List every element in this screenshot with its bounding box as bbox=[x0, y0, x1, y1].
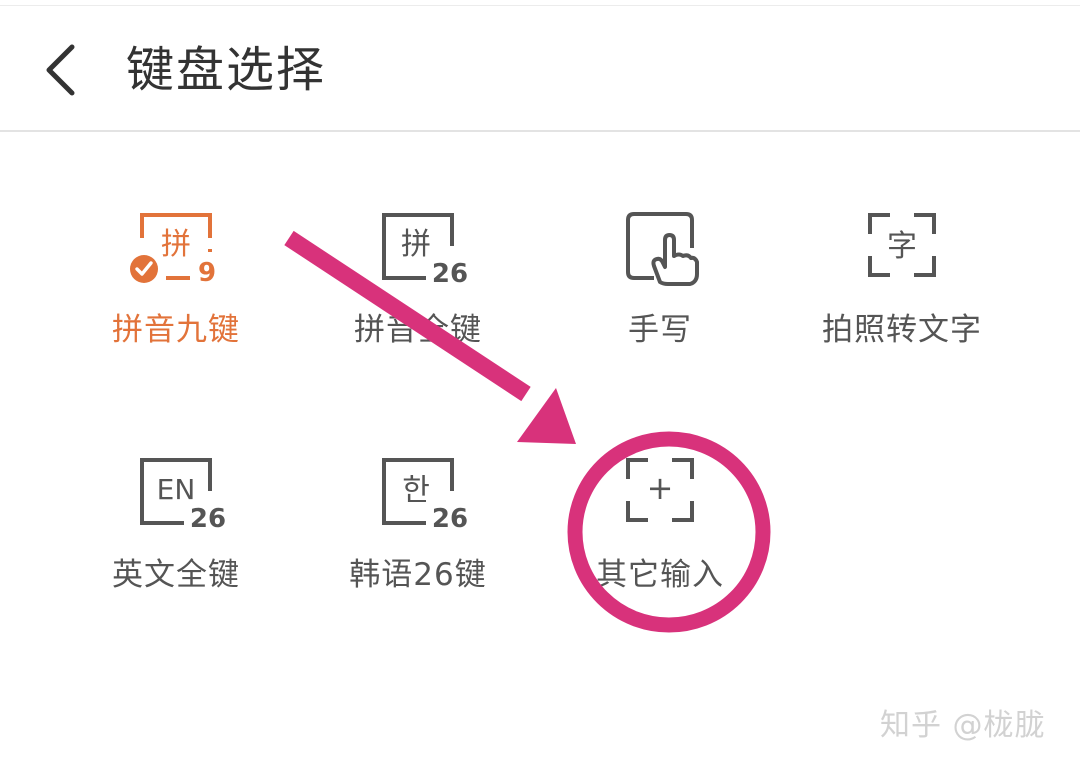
watermark: 知乎 @栊胧 bbox=[880, 708, 1046, 743]
keyboard-label: 拍照转文字 bbox=[822, 312, 982, 348]
keyboard-option-korean[interactable]: 한 26 韩语26键 bbox=[318, 457, 518, 627]
header-bar: 键盘选择 bbox=[0, 0, 1080, 130]
pinyin-nine-key-icon: 拼 9 bbox=[130, 212, 220, 288]
keyboard-label: 拼音九键 bbox=[112, 312, 240, 348]
svg-text:拼: 拼 bbox=[401, 227, 431, 262]
keyboard-option-english-full[interactable]: EN 26 英文全键 bbox=[76, 457, 276, 627]
svg-text:26: 26 bbox=[432, 504, 468, 534]
svg-text:拼: 拼 bbox=[161, 227, 191, 262]
svg-text:26: 26 bbox=[432, 259, 468, 289]
keyboard-label: 其它输入 bbox=[596, 557, 724, 593]
hand-pointer-icon bbox=[624, 212, 704, 288]
back-button[interactable] bbox=[30, 30, 100, 110]
svg-text:26: 26 bbox=[190, 504, 226, 534]
scan-text-icon: 字 bbox=[866, 212, 946, 288]
keyboard-option-other-input[interactable]: + 其它输入 bbox=[560, 457, 760, 627]
keyboard-label: 英文全键 bbox=[112, 557, 240, 593]
keyboard-select-screen: 键盘选择 拼 9 拼音九键 拼 26 拼音全键 手写 字 拍照转文字 EN 26… bbox=[0, 0, 1080, 773]
svg-text:+: + bbox=[647, 469, 674, 507]
page-title: 键盘选择 bbox=[126, 42, 327, 98]
svg-text:한: 한 bbox=[402, 473, 430, 508]
keyboard-label: 手写 bbox=[628, 312, 692, 348]
chevron-left-icon bbox=[46, 44, 75, 96]
keyboard-label: 韩语26键 bbox=[349, 557, 487, 593]
header-divider bbox=[0, 130, 1080, 132]
english-keyboard-icon: EN 26 bbox=[140, 457, 226, 534]
keyboard-option-pinyin-full[interactable]: 拼 26 拼音全键 bbox=[318, 212, 518, 382]
korean-keyboard-icon: 한 26 bbox=[382, 457, 468, 534]
keyboard-option-photo-to-text[interactable]: 字 拍照转文字 bbox=[802, 212, 1002, 382]
add-frame-icon: + bbox=[624, 457, 704, 533]
svg-text:9: 9 bbox=[198, 258, 216, 288]
check-badge-icon bbox=[130, 255, 158, 283]
keyboard-label: 拼音全键 bbox=[354, 312, 482, 348]
keyboard-option-handwriting[interactable]: 手写 bbox=[560, 212, 760, 382]
keyboard-option-pinyin-nine[interactable]: 拼 9 拼音九键 bbox=[76, 212, 276, 382]
svg-text:EN: EN bbox=[157, 473, 196, 506]
svg-text:字: 字 bbox=[887, 229, 917, 264]
pinyin-full-key-icon: 拼 26 bbox=[382, 212, 468, 289]
